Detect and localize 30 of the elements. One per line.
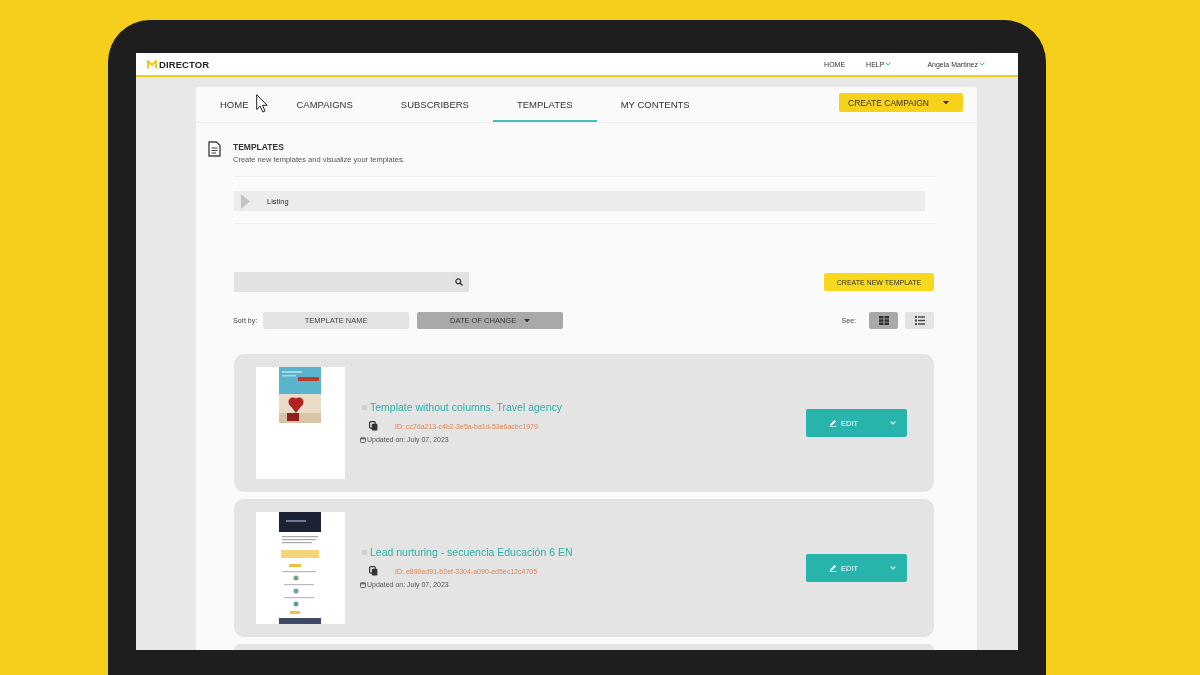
logo-icon: [147, 59, 157, 69]
caret-icon: [979, 62, 985, 66]
grid-icon: [878, 316, 889, 325]
nav-tab[interactable]: SUBSCRIBERS: [376, 87, 493, 122]
pencil-icon: [829, 564, 837, 572]
copy-icon[interactable]: [369, 421, 378, 431]
nav-tab[interactable]: HOME: [196, 87, 273, 122]
grid-view-button[interactable]: [869, 312, 898, 329]
page-title: TEMPLATES: [233, 142, 285, 153]
search-icon: [455, 278, 463, 286]
document-icon: [208, 141, 221, 157]
create-campaign-button[interactable]: CREATE CAMPAIGN: [839, 93, 963, 112]
caret-icon: [524, 318, 531, 323]
search-field[interactable]: [234, 272, 469, 292]
cursor-icon: [256, 94, 268, 113]
calendar-icon: [360, 581, 366, 588]
triangle-icon: [241, 193, 250, 209]
nav-tab[interactable]: TEMPLATES: [492, 87, 597, 122]
caret-icon: [890, 421, 896, 425]
caret-icon: [890, 566, 896, 570]
copy-icon[interactable]: [369, 566, 378, 576]
caret-icon: [885, 62, 892, 66]
nav-tab[interactable]: MY CONTENTS: [596, 87, 714, 122]
calendar-icon: [360, 436, 366, 443]
list-view-button[interactable]: [905, 312, 934, 329]
nav-tab[interactable]: CAMPAIGNS: [272, 87, 377, 122]
list-icon: [914, 316, 925, 325]
caret-icon: [943, 100, 949, 105]
pencil-icon: [829, 419, 837, 427]
logo-text: DIRECTOR: [159, 58, 210, 70]
